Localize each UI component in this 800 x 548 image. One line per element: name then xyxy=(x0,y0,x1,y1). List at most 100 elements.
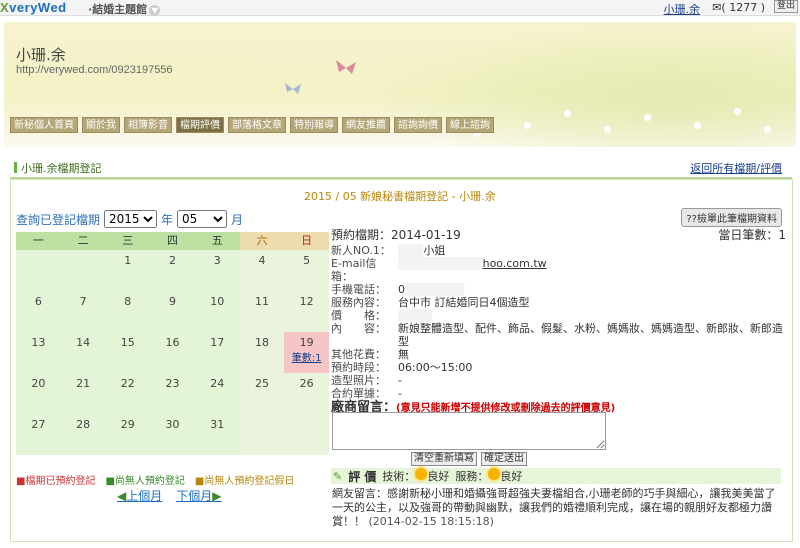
site-url: http://verywed.com/0923197556 xyxy=(16,64,173,76)
detail-row: 手機電話： 0▇▇▇▇▇▇▇ xyxy=(331,283,465,296)
calendar-day: 2 xyxy=(150,250,195,291)
chevron-down-icon: ▼ xyxy=(149,5,161,16)
clear-button[interactable]: 清空重新填寫 xyxy=(411,452,477,466)
butterfly-icon xyxy=(285,83,301,94)
detail-row: 其他花費：無 xyxy=(331,348,409,361)
booking-detail-button[interactable]: ??檢單此筆檔期資料 xyxy=(681,208,782,227)
daily-count: 當日筆數：1 xyxy=(718,228,786,242)
calendar-week: 20 21 22 23 24 25 26 xyxy=(16,373,330,414)
calendar-day: 24 xyxy=(194,373,240,414)
calendar-day: 5 xyxy=(284,250,330,291)
calendar-day: 16 xyxy=(150,332,195,373)
nav-item-inquiry[interactable]: 諮詢詢價 xyxy=(394,117,442,133)
booked-count-link[interactable]: 筆數:1 xyxy=(284,349,329,364)
calendar-day: 23 xyxy=(150,373,195,414)
detail-row: E-mail信箱： ▇▇▇▇▇▇▇▇▇▇hoo.com.tw xyxy=(331,257,547,283)
comment-time: (2014-02-15 18:15:18) xyxy=(368,515,494,528)
calendar-day: 18 xyxy=(239,332,285,373)
month-select[interactable]: 05 xyxy=(177,210,228,228)
evaluation-bar: ✎ 評 價 技術： 良好 服務： 良好 xyxy=(331,468,781,484)
detail-row: 服務內容： 台中市 訂結婚同日4個造型 xyxy=(331,296,530,309)
detail-row: 新人NO.1： ▇▇▇小姐 xyxy=(331,244,446,257)
calendar-day: 3 xyxy=(194,250,240,291)
top-bar: XveryWed ·結婚主題館 ▼ 小珊.余 ✉( 1277 ) 登出 xyxy=(0,0,800,16)
pencil-icon: ✎ xyxy=(333,469,343,483)
flower-decoration xyxy=(764,126,771,133)
calendar-day: 22 xyxy=(105,373,151,414)
chevron-right-icon: ▶ xyxy=(212,489,222,503)
nav-item-report[interactable]: 特別報導 xyxy=(290,117,338,133)
calendar-day: 11 xyxy=(239,291,285,332)
sun-icon xyxy=(488,468,501,480)
booked-day-number: 19 xyxy=(299,336,314,349)
redacted-text: ▇▇▇▇▇▇▇▇▇▇ xyxy=(398,257,483,270)
redacted-text: ▇▇▇ xyxy=(398,244,424,257)
year-select[interactable]: 2015 xyxy=(104,210,158,228)
calendar-week: 13 14 15 16 17 18 19 筆數:1 xyxy=(16,332,330,373)
nav-item-album[interactable]: 相簿影音 xyxy=(124,117,172,133)
year-unit: 年 xyxy=(161,212,174,227)
flower-decoration xyxy=(564,110,571,117)
calendar-day: 15 xyxy=(105,332,151,373)
calendar-day: 12 xyxy=(284,291,330,332)
nav-item-blog[interactable]: 部落格文章 xyxy=(228,117,286,133)
review-comment: 網友留言：感謝新秘小珊和婚攝強哥超強夫妻檔組合,小珊老師的巧手與細心，讓我美美當… xyxy=(332,487,776,528)
weekday-wed: 三 xyxy=(105,232,151,250)
calendar-week: 27 28 29 30 31 xyxy=(16,414,330,455)
calendar-day: 10 xyxy=(194,291,240,332)
chevron-left-icon: ◀ xyxy=(117,489,127,503)
mail-count[interactable]: ✉( 1277 ) xyxy=(712,1,765,14)
calendar-day: 28 xyxy=(60,414,106,455)
profile-nav: 新秘個人首頁 關於我 相簿影音 檔期評價 部落格文章 特別報導 網友推薦 諮詢詢… xyxy=(10,117,494,133)
evaluation-title: 評 價 xyxy=(348,469,377,484)
calendar-day: 13 xyxy=(16,332,61,373)
calendar-day: 30 xyxy=(150,414,195,455)
date-query: 查詢已登記檔期 2015 年 05 月 xyxy=(16,210,243,228)
submit-button[interactable]: 確定送出 xyxy=(481,452,527,466)
calendar-day xyxy=(239,414,285,455)
vendor-message-input[interactable] xyxy=(332,412,606,450)
calendar-day xyxy=(60,250,106,291)
detail-row: 預約時段： 06:00～15:00 xyxy=(331,361,473,374)
weekday-fri: 五 xyxy=(194,232,240,250)
theme-menu[interactable]: ·結婚主題館 ▼ xyxy=(88,1,161,17)
booking-date-row: 預約檔期：2014-01-19 當日筆數：1 xyxy=(331,226,786,243)
prev-month-link[interactable]: ◀上個月 xyxy=(117,487,162,504)
user-name-link[interactable]: 小珊.余 xyxy=(664,1,701,17)
nav-item-about[interactable]: 關於我 xyxy=(82,117,120,133)
redacted-text: ▇▇▇▇▇▇▇ xyxy=(405,283,465,296)
site-logo[interactable]: XveryWed xyxy=(0,0,67,15)
detail-row: 造型照片： - xyxy=(331,374,402,387)
flower-decoration xyxy=(694,122,701,129)
calendar-day xyxy=(284,414,330,455)
nav-item-consult[interactable]: 線上諮詢 xyxy=(446,117,494,133)
calendar-grid: 一 二 三 四 五 六 日 1 2 3 4 5 6 7 8 9 10 11 12… xyxy=(16,232,330,456)
logout-button[interactable]: 登出 xyxy=(773,0,798,13)
nav-item-recommend[interactable]: 網友推薦 xyxy=(342,117,390,133)
nav-item-schedule[interactable]: 檔期評價 xyxy=(176,117,224,133)
calendar-day: 27 xyxy=(16,414,61,455)
calendar-day-booked[interactable]: 19 筆數:1 xyxy=(284,332,330,373)
detail-row: 內 容： 新娘整體造型、配件、飾品、假髮、水粉、媽媽妝、媽媽造型、新郎妝、新郎造型 xyxy=(331,322,783,348)
message-buttons: 清空重新填寫 確定送出 xyxy=(411,452,527,466)
next-month-link[interactable]: 下個月▶ xyxy=(176,487,221,504)
calendar-day: 21 xyxy=(60,373,106,414)
calendar-title: 2015 / 05 新娘秘書檔期登記 - 小珊.余 xyxy=(304,190,496,203)
redacted-text: ▇▇▇▇ xyxy=(398,309,432,322)
calendar-day: 25 xyxy=(239,373,285,414)
legend-open-holiday: ■尚無人預約登記假日 xyxy=(194,476,295,487)
back-to-all-link[interactable]: 返回所有檔期/評價 xyxy=(690,160,782,176)
weekday-mon: 一 xyxy=(16,232,61,250)
calendar-legend: ■檔期已預約登記 ■尚無人預約登記 ■尚無人預約登記假日 xyxy=(16,472,294,487)
flower-decoration xyxy=(604,126,611,133)
nav-item-home[interactable]: 新秘個人首頁 xyxy=(10,117,78,133)
calendar-day: 8 xyxy=(105,291,151,332)
calendar-day: 7 xyxy=(60,291,106,332)
calendar-day: 29 xyxy=(105,414,151,455)
weekday-header: 一 二 三 四 五 六 日 xyxy=(16,232,330,250)
flower-decoration xyxy=(524,122,531,129)
calendar-week: 6 7 8 9 10 11 12 xyxy=(16,291,330,332)
month-pager: ◀上個月 下個月▶ xyxy=(117,487,222,504)
month-unit: 月 xyxy=(231,212,244,227)
calendar-day: 14 xyxy=(60,332,106,373)
